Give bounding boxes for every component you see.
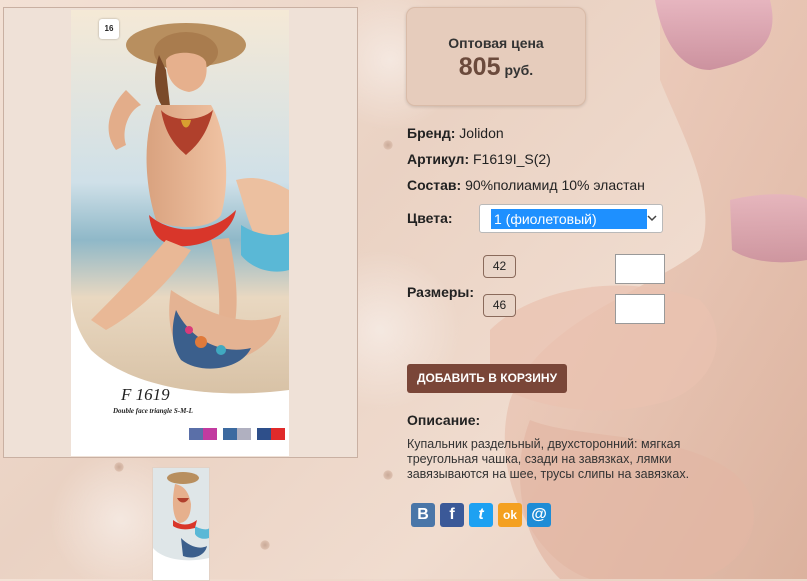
- decor-stud: [383, 140, 393, 150]
- add-to-cart-button[interactable]: ДОБАВИТЬ В КОРЗИНУ: [407, 364, 567, 393]
- composition-row: Состав: 90%полиамид 10% эластан: [407, 177, 645, 193]
- color-select[interactable]: 1 (фиолетовый): [479, 204, 663, 233]
- product-thumbnail[interactable]: [152, 467, 210, 581]
- size-42-button[interactable]: 42: [483, 255, 516, 278]
- main-image-frame: 16 F 1619 Double face triangle S-M-L: [3, 7, 358, 458]
- composition-label: Состав:: [407, 177, 462, 193]
- decor-stud: [114, 462, 124, 472]
- price-value: 805: [458, 53, 501, 81]
- catalog-number-badge: 16: [99, 19, 119, 39]
- decor-stud: [260, 540, 270, 550]
- wholesale-price-box: Оптовая цена 805 руб.: [406, 7, 586, 106]
- brand-value: Jolidon: [459, 125, 504, 141]
- sku-row: Артикул: F1619I_S(2): [407, 151, 551, 167]
- chevron-down-icon: [647, 215, 657, 222]
- color-swatch: [189, 428, 217, 440]
- size-46-quantity-input[interactable]: [615, 294, 665, 324]
- sizes-label: Размеры:: [407, 284, 475, 300]
- product-main-image[interactable]: 16 F 1619 Double face triangle S-M-L: [71, 10, 289, 456]
- color-swatch: [223, 428, 251, 440]
- color-selected-value: 1 (фиолетовый): [491, 209, 647, 229]
- mail-share-icon[interactable]: @: [527, 503, 551, 527]
- size-46-button[interactable]: 46: [483, 294, 516, 317]
- brand-row: Бренд: Jolidon: [407, 125, 504, 141]
- colors-label: Цвета:: [407, 210, 453, 226]
- price-label: Оптовая цена: [448, 35, 544, 51]
- color-swatch: [257, 428, 285, 440]
- description-text: Купальник раздельный, двухсторонний: мяг…: [407, 437, 690, 481]
- decor-stud: [383, 470, 393, 480]
- facebook-share-icon[interactable]: f: [440, 503, 464, 527]
- composition-value: 90%полиамид 10% эластан: [465, 177, 645, 193]
- sku-label: Артикул:: [407, 151, 470, 167]
- price-currency: руб.: [504, 62, 534, 78]
- model-code-label: F 1619: [121, 385, 170, 404]
- model-caption: Double face triangle S-M-L: [113, 407, 193, 415]
- odnoklassniki-share-icon[interactable]: ok: [498, 503, 522, 527]
- description-title: Описание:: [407, 412, 481, 428]
- vk-share-icon[interactable]: В: [411, 503, 435, 527]
- twitter-share-icon[interactable]: t: [469, 503, 493, 527]
- sku-value: F1619I_S(2): [473, 151, 551, 167]
- size-42-quantity-input[interactable]: [615, 254, 665, 284]
- brand-label: Бренд:: [407, 125, 456, 141]
- price-line: 805 руб.: [407, 53, 585, 82]
